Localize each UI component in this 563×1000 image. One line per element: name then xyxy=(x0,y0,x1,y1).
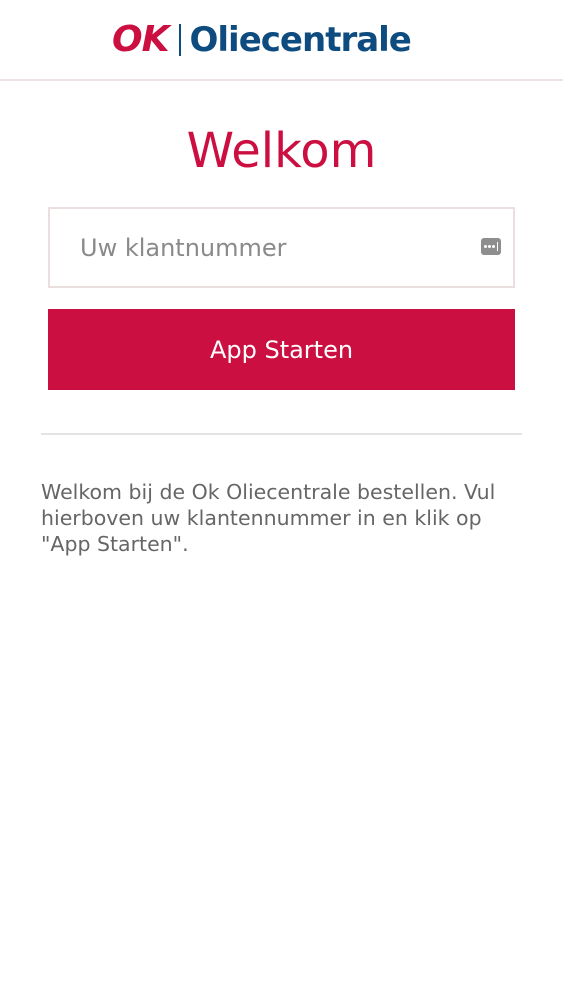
keychain-dot xyxy=(488,245,491,248)
app-start-button[interactable]: App Starten xyxy=(48,309,515,390)
logo-ok-text: OK xyxy=(112,19,169,60)
keychain-dot xyxy=(484,245,487,248)
logo-name-text: Oliecentrale xyxy=(189,20,412,60)
keychain-dot xyxy=(492,245,495,248)
keychain-autofill-icon[interactable] xyxy=(481,238,501,255)
section-divider xyxy=(41,433,522,435)
page-title: Welkom xyxy=(186,123,377,179)
customer-number-input[interactable] xyxy=(50,209,513,286)
customer-number-field-wrapper xyxy=(48,207,515,288)
intro-text: Welkom bij de Ok Oliecentrale bestellen.… xyxy=(41,480,496,556)
app-header: OK Oliecentrale xyxy=(0,0,563,81)
keychain-cursor-bar xyxy=(496,242,498,251)
logo-divider xyxy=(178,24,181,56)
ok-oliecentrale-logo: OK Oliecentrale xyxy=(112,18,412,62)
